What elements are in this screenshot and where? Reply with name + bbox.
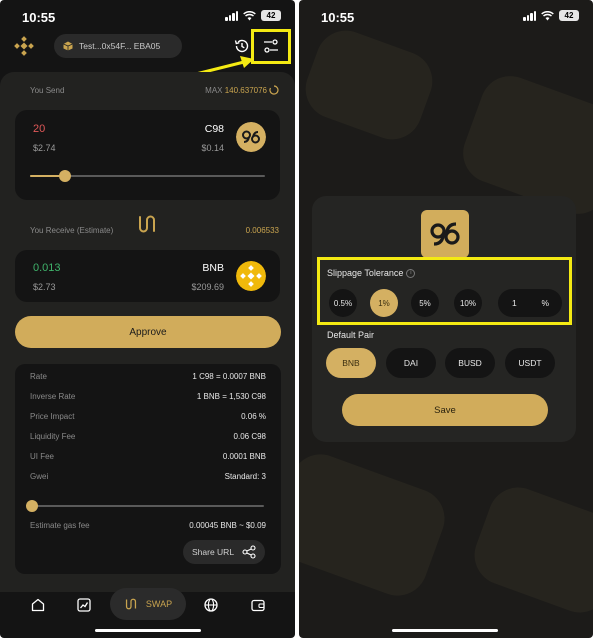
detail-row: Price Impact 0.06 % — [30, 412, 266, 426]
send-amount-input[interactable]: 20 — [33, 123, 45, 135]
detail-value: 0.06 C98 — [233, 432, 266, 441]
status-time: 10:55 — [22, 10, 56, 25]
detail-value: 1 BNB = 1,530 C98 — [196, 392, 266, 401]
c98-logo-icon — [421, 210, 469, 258]
detail-row: Liquidity Fee 0.06 C98 — [30, 432, 266, 446]
pair-option-bnb[interactable]: BNB — [326, 348, 376, 378]
swap-arrows-icon[interactable] — [136, 213, 158, 235]
send-token-price: $0.14 — [201, 143, 224, 153]
slippage-title-text: Slippage Tolerance — [327, 268, 404, 278]
history-icon[interactable] — [233, 37, 251, 55]
detail-key: Inverse Rate — [30, 392, 76, 401]
wallet-icon[interactable] — [250, 597, 266, 613]
slippage-option-5[interactable]: 5% — [411, 289, 439, 317]
bottom-nav: SWAP — [0, 588, 295, 628]
swap-screen: 10:55 42 Test...0x54F... EBA05 You Send … — [0, 0, 295, 638]
wallet-selector[interactable]: Test...0x54F... EBA05 — [54, 34, 182, 58]
swap-nav-icon — [125, 598, 136, 610]
send-token[interactable]: C98 — [205, 123, 224, 135]
you-send-label: You Send — [30, 86, 65, 95]
wallet-address: Test...0x54F... EBA05 — [79, 41, 161, 51]
nav-swap-label: SWAP — [145, 599, 173, 609]
detail-row: Rate 1 C98 = 0.0007 BNB — [30, 372, 266, 386]
slippage-title: Slippage Tolerance i — [327, 268, 416, 279]
background-shape — [466, 479, 593, 621]
status-bar: 10:55 42 — [0, 0, 295, 30]
gas-slider-knob[interactable] — [26, 500, 38, 512]
home-indicator — [95, 629, 201, 632]
receive-token[interactable]: BNB — [202, 262, 224, 274]
settings-highlight-box — [251, 29, 291, 64]
send-card: 20 $2.74 C98 $0.14 — [15, 110, 280, 200]
status-bar: 10:55 42 — [299, 0, 593, 30]
detail-key: Liquidity Fee — [30, 432, 76, 441]
detail-key: Price Impact — [30, 412, 75, 421]
you-receive-label: You Receive (Estimate) — [30, 226, 114, 235]
detail-key: Gwei — [30, 472, 49, 481]
share-url-button[interactable]: Share URL — [183, 540, 265, 564]
gas-slider[interactable] — [26, 500, 264, 512]
detail-value: Standard: 3 — [224, 472, 266, 481]
slippage-option-1[interactable]: 1% — [370, 289, 398, 317]
custom-slippage-input[interactable]: 1 % — [498, 289, 562, 317]
max-value: 140.637076 — [224, 86, 267, 95]
receive-token-price: $209.69 — [191, 282, 224, 292]
gas-fee-label: Estimate gas fee — [30, 521, 90, 530]
nav-swap-tab[interactable]: SWAP — [110, 588, 186, 620]
detail-value: 0.0001 BNB — [222, 452, 266, 461]
detail-key: Rate — [30, 372, 47, 381]
save-button[interactable]: Save — [342, 394, 548, 426]
default-pair-title: Default Pair — [327, 330, 375, 340]
approve-button[interactable]: Approve — [15, 316, 281, 348]
send-slider-knob[interactable] — [59, 170, 72, 182]
receive-estimate-value: 0.006533 — [245, 226, 279, 235]
bnb-token-icon[interactable] — [236, 261, 266, 291]
wifi-icon — [243, 10, 256, 20]
slippage-option-0-5[interactable]: 0.5% — [329, 289, 357, 317]
signal-icon — [225, 10, 238, 21]
detail-value: 1 C98 = 0.0007 BNB — [192, 372, 266, 381]
max-button[interactable]: MAX 140.637076 — [205, 86, 267, 95]
bnb-logo-icon[interactable] — [14, 36, 34, 56]
detail-row: UI Fee 0.0001 BNB — [30, 452, 266, 466]
home-icon[interactable] — [30, 597, 46, 613]
chart-icon[interactable] — [76, 597, 92, 613]
home-indicator — [392, 629, 498, 632]
battery-indicator: 42 — [559, 10, 579, 21]
wifi-icon — [541, 10, 554, 20]
background-shape — [299, 22, 441, 148]
receive-card: 0.013 $2.73 BNB $209.69 — [15, 250, 280, 302]
share-url-label: Share URL — [192, 547, 235, 557]
gas-fee-value: 0.00045 BNB ~ $0.09 — [189, 521, 266, 530]
settings-dialog: Slippage Tolerance i 0.5% 1% 5% 10% 1 % D… — [312, 196, 576, 442]
c98-token-icon[interactable] — [236, 122, 266, 152]
slippage-option-10[interactable]: 10% — [454, 289, 482, 317]
detail-key: UI Fee — [30, 452, 55, 461]
send-usd: $2.74 — [33, 143, 56, 153]
background-shape — [299, 445, 453, 605]
battery-indicator: 42 — [261, 10, 281, 21]
cube-icon — [63, 41, 73, 51]
loading-icon — [269, 85, 279, 95]
globe-icon[interactable] — [203, 597, 219, 613]
pair-option-busd[interactable]: BUSD — [445, 348, 495, 378]
pair-option-dai[interactable]: DAI — [386, 348, 436, 378]
custom-slippage-value: 1 — [512, 298, 517, 308]
detail-row: Gwei Standard: 3 — [30, 472, 266, 486]
send-amount-slider[interactable] — [30, 170, 265, 182]
signal-icon — [523, 10, 536, 21]
info-icon[interactable]: i — [406, 269, 416, 279]
settings-screen: 10:55 42 Slippage Tolerance i 0.5% 1% 5% … — [299, 0, 593, 638]
max-label: MAX — [205, 86, 223, 95]
pair-option-usdt[interactable]: USDT — [505, 348, 555, 378]
status-time: 10:55 — [321, 10, 355, 25]
detail-row: Inverse Rate 1 BNB = 1,530 C98 — [30, 392, 266, 406]
share-icon — [242, 545, 256, 559]
gas-fee-row: Estimate gas fee 0.00045 BNB ~ $0.09 — [30, 521, 266, 535]
receive-amount: 0.013 — [33, 262, 61, 274]
detail-value: 0.06 % — [241, 412, 266, 421]
swap-details-card: Rate 1 C98 = 0.0007 BNB Inverse Rate 1 BNB … — [15, 364, 281, 574]
receive-usd: $2.73 — [33, 282, 56, 292]
custom-slippage-unit: % — [541, 298, 549, 308]
